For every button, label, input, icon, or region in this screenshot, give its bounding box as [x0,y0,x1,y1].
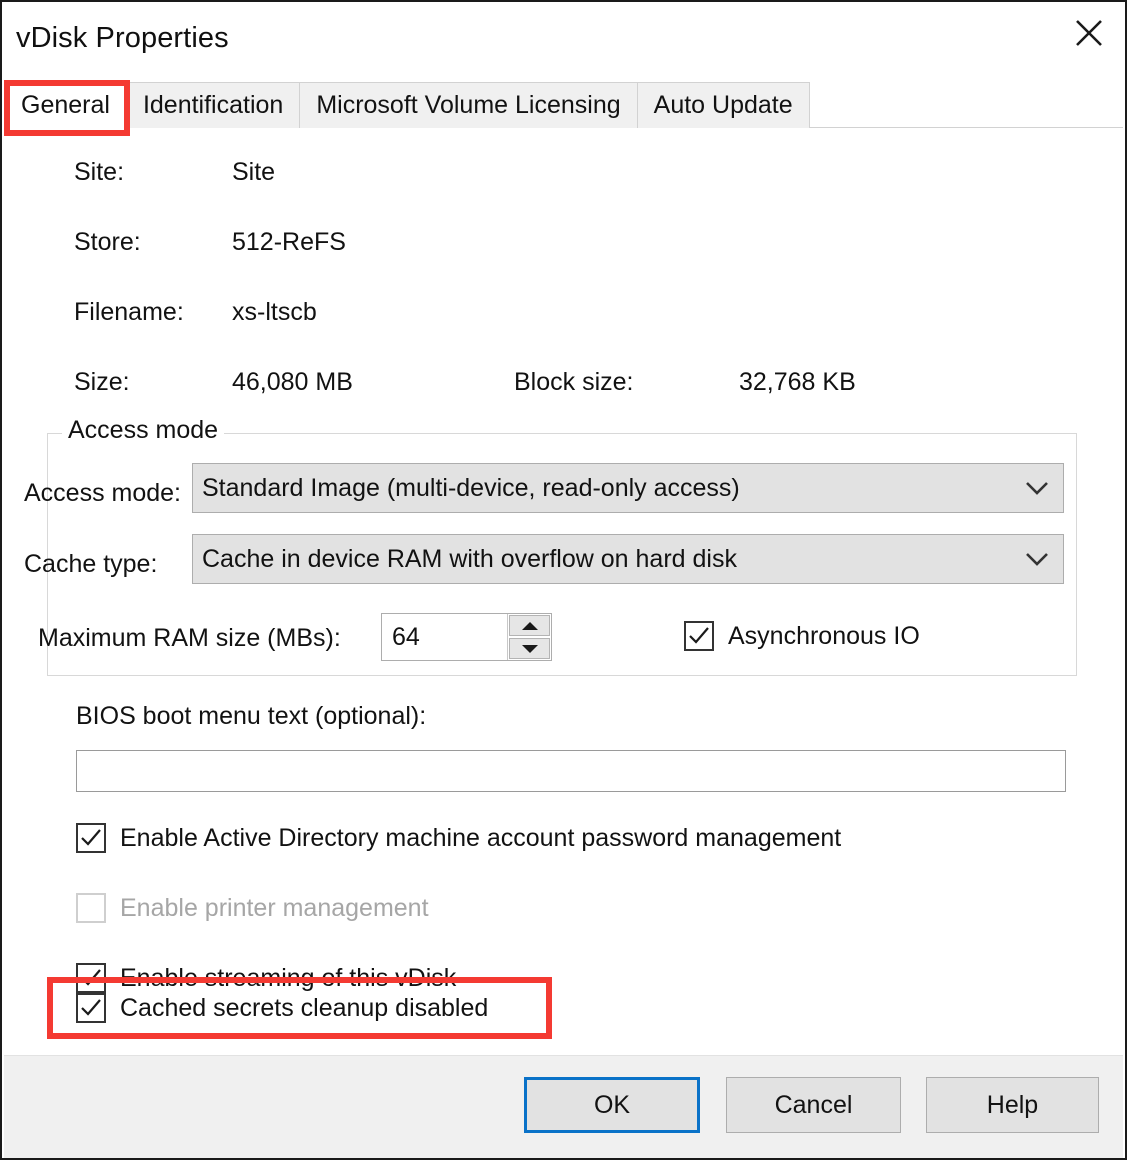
field-store: Store: [74,228,141,257]
field-size-value-wrap: 46,080 MB [232,368,353,397]
access-mode-select[interactable]: Standard Image (multi-device, read-only … [192,463,1064,513]
check-icon [81,999,101,1016]
chevron-down-icon [1011,551,1063,567]
cache-type-select-value: Cache in device RAM with overflow on har… [202,544,737,573]
tab-general[interactable]: General [4,82,127,128]
tab-general-label: General [21,91,110,119]
field-site-value-wrap: Site [232,158,275,187]
checkbox-cached-secrets-cleanup-disabled[interactable]: Cached secrets cleanup disabled [76,993,488,1023]
field-size: Size: [74,368,130,397]
checkbox-enable-printer-management: Enable printer management [76,893,429,923]
cache-type-select[interactable]: Cache in device RAM with overflow on har… [192,534,1064,584]
checkbox-enable-streaming-label: Enable streaming of this vDisk [120,963,457,992]
max-ram-size-value: 64 [392,622,420,651]
field-filename-value: xs-ltscb [232,298,317,326]
checkbox-enable-ad-password-management[interactable]: Enable Active Directory machine account … [76,823,841,853]
cancel-button-label: Cancel [774,1090,853,1119]
general-tab-panel: Site: Site Store: 512-ReFS Filename: xs-… [4,128,1123,1053]
stepper-down-icon[interactable] [509,638,550,659]
checkbox-enable-ad-password-management-label: Enable Active Directory machine account … [120,823,842,852]
window-title: vDisk Properties [16,22,229,54]
checkbox-asynchronous-io[interactable]: Asynchronous IO [684,621,920,651]
tab-microsoft-volume-licensing-label: Microsoft Volume Licensing [316,91,621,119]
tab-microsoft-volume-licensing[interactable]: Microsoft Volume Licensing [299,82,638,128]
field-store-value-wrap: 512-ReFS [232,228,346,257]
check-icon [81,829,101,846]
title-bar: vDisk Properties [2,2,1125,76]
stepper-buttons [507,614,551,660]
bios-boot-menu-text-label: BIOS boot menu text (optional): [76,702,427,730]
help-button[interactable]: Help [926,1077,1099,1133]
help-button-label: Help [986,1090,1039,1119]
checkbox-asynchronous-io-box[interactable] [684,621,714,651]
tab-identification[interactable]: Identification [125,82,301,128]
field-site-label: Site: [74,158,125,186]
tab-identification-label: Identification [142,91,284,119]
checkbox-asynchronous-io-label: Asynchronous IO [728,621,920,650]
field-block-size-label: Block size: [514,368,634,396]
chevron-down-icon [1011,480,1063,496]
field-size-value: 46,080 MB [232,368,353,396]
field-size-label: Size: [74,368,130,396]
check-icon [81,969,101,986]
stepper-up-icon[interactable] [509,615,550,636]
close-icon[interactable] [1053,2,1125,64]
tab-strip-filler [808,82,1123,128]
max-ram-size-stepper[interactable]: 64 [381,613,552,661]
checkbox-enable-streaming[interactable]: Enable streaming of this vDisk [76,963,456,993]
field-filename-label: Filename: [74,298,184,326]
access-mode-group-legend: Access mode [62,416,225,445]
access-mode-select-value: Standard Image (multi-device, read-only … [202,473,740,502]
checkbox-enable-streaming-box[interactable] [76,963,106,993]
field-block-size-value-wrap: 32,768 KB [739,368,856,397]
check-icon [689,627,709,644]
field-site-value: Site [232,158,276,186]
checkbox-enable-ad-password-management-box[interactable] [76,823,106,853]
field-store-label: Store: [74,228,141,256]
field-filename: Filename: [74,298,184,327]
max-ram-size-label: Maximum RAM size (MBs): [38,624,341,652]
vdisk-properties-dialog: vDisk Properties General Identification … [0,0,1127,1160]
cache-type-label: Cache type: [24,550,158,578]
ok-button-label: OK [593,1090,631,1119]
checkbox-enable-printer-management-label: Enable printer management [120,893,429,922]
field-site: Site: [74,158,131,187]
field-block-size-value: 32,768 KB [739,368,856,396]
dialog-footer: OK Cancel Help [4,1055,1123,1158]
cancel-button[interactable]: Cancel [726,1077,901,1133]
field-store-value: 512-ReFS [232,228,346,256]
bios-boot-menu-text-input[interactable] [76,750,1066,792]
tab-auto-update[interactable]: Auto Update [636,82,810,128]
field-filename-value-wrap: xs-ltscb [232,298,317,327]
access-mode-label: Access mode: [24,479,182,507]
checkbox-enable-printer-management-box [76,893,106,923]
tab-strip: General Identification Microsoft Volume … [4,80,1123,128]
ok-button[interactable]: OK [524,1077,700,1133]
checkbox-cached-secrets-cleanup-disabled-label: Cached secrets cleanup disabled [120,993,489,1022]
checkbox-cached-secrets-cleanup-disabled-box[interactable] [76,993,106,1023]
tab-auto-update-label: Auto Update [653,91,793,119]
field-block-size-label-wrap: Block size: [514,368,633,397]
